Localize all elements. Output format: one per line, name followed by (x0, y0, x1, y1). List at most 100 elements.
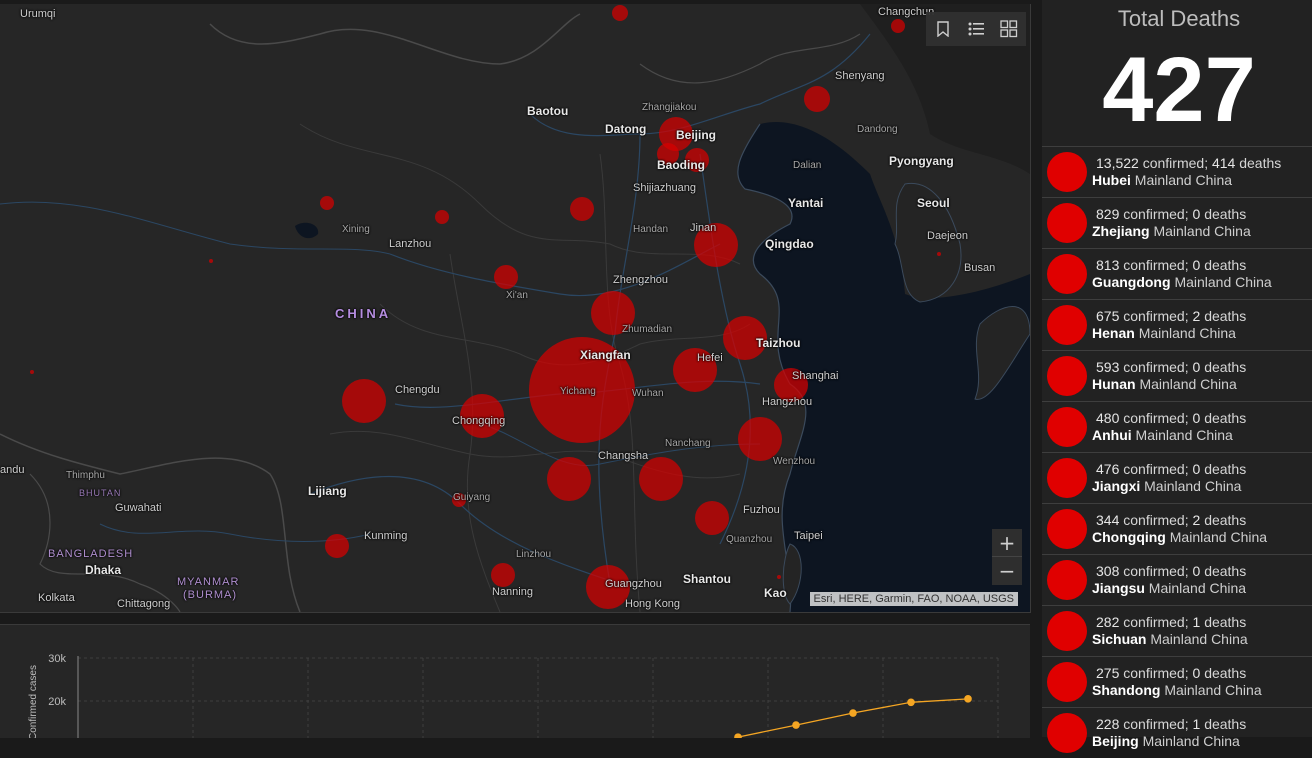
map-label: BANGLADESH (48, 548, 134, 560)
region-row-anhui[interactable]: 480 confirmed; 0 deaths Anhui Mainland Ch… (1042, 401, 1312, 452)
region-row-beijing[interactable]: 228 confirmed; 1 deaths Beijing Mainland … (1042, 707, 1312, 758)
region-dot-icon (1047, 305, 1087, 345)
region-row-sichuan[interactable]: 282 confirmed; 1 deaths Sichuan Mainland … (1042, 605, 1312, 656)
case-bubble[interactable] (325, 534, 349, 558)
map-view[interactable]: Urumqi Changchun Shenyang Baotou Zhangjiakou… (0, 4, 1031, 613)
basemap-gallery-icon[interactable] (998, 18, 1020, 40)
map-attribution[interactable]: Esri, HERE, Garmin, FAO, NOAA, USGS (809, 592, 1018, 606)
region-row-shandong[interactable]: 275 confirmed; 0 deaths Shandong Mainland… (1042, 656, 1312, 707)
case-bubble[interactable] (491, 563, 515, 587)
region-name: Beijing (1092, 733, 1139, 749)
region-stats: 593 confirmed; 0 deaths (1096, 359, 1247, 375)
chart-data-point (849, 709, 857, 717)
case-bubble[interactable] (209, 259, 213, 263)
deaths-label: deaths (1204, 665, 1247, 681)
case-bubble[interactable] (320, 196, 334, 210)
confirmed-count: 228 (1096, 716, 1120, 732)
confirmed-label: confirmed (1123, 410, 1185, 426)
confirmed-count: 813 (1096, 257, 1120, 273)
case-bubble[interactable] (494, 265, 518, 289)
map-label: Quanzhou (726, 534, 773, 545)
region-stats: 675 confirmed; 2 deaths (1096, 308, 1247, 324)
deaths-label: deaths (1239, 155, 1282, 171)
map-label: Dhaka (85, 563, 122, 577)
map-label: Seoul (917, 196, 950, 210)
deaths-count: 1 (1192, 716, 1201, 732)
region-stats: 476 confirmed; 0 deaths (1096, 461, 1247, 477)
basemap (0, 4, 1030, 612)
map-label: Fuzhou (743, 504, 780, 516)
legend-list-icon[interactable] (965, 18, 987, 40)
deaths-label: deaths (1204, 206, 1247, 222)
deaths-count: 1 (1192, 614, 1201, 630)
case-bubble[interactable] (777, 575, 781, 579)
confirmed-count: 344 (1096, 512, 1120, 528)
region-row-hunan[interactable]: 593 confirmed; 0 deaths Hunan Mainland Ch… (1042, 350, 1312, 401)
map-label: Chittagong (117, 598, 171, 610)
case-bubble[interactable] (435, 210, 449, 224)
map-toolbar (926, 12, 1026, 46)
stats-panel: Total Deaths 427 13,522 confirmed; 414 d… (1042, 0, 1312, 753)
confirmed-count: 829 (1096, 206, 1120, 222)
case-bubble[interactable] (738, 417, 782, 461)
case-bubble[interactable] (612, 5, 628, 21)
region-country: Mainland China (1169, 529, 1268, 545)
region-country: Mainland China (1135, 427, 1233, 443)
case-bubble[interactable] (342, 379, 386, 423)
zoom-in-button[interactable]: + (992, 529, 1022, 557)
case-bubble[interactable] (30, 370, 34, 374)
map-label: Wenzhou (773, 456, 816, 467)
confirmed-count: 13,522 (1096, 155, 1139, 171)
region-row-henan[interactable]: 675 confirmed; 2 deaths Henan Mainland Ch… (1042, 299, 1312, 350)
region-row-hubei[interactable]: 13,522 confirmed; 414 deaths Hubei Mainla… (1042, 146, 1312, 197)
map-label: Shijiazhuang (633, 182, 696, 194)
deaths-label: deaths (1204, 308, 1247, 324)
map-label: Kao (764, 586, 787, 600)
confirmed-label: confirmed (1123, 563, 1185, 579)
region-stats: 282 confirmed; 1 deaths (1096, 614, 1247, 630)
map-label: Chengdu (395, 384, 440, 396)
region-name: Shandong (1092, 682, 1161, 698)
deaths-count: 0 (1192, 563, 1201, 579)
case-bubble[interactable] (695, 501, 729, 535)
confirmed-count: 675 (1096, 308, 1120, 324)
region-row-guangdong[interactable]: 813 confirmed; 0 deaths Guangdong Mainlan… (1042, 248, 1312, 299)
region-row-jiangsu[interactable]: 308 confirmed; 0 deaths Jiangsu Mainland … (1042, 554, 1312, 605)
map-label: Dalian (793, 160, 822, 171)
map-label: Xining (342, 224, 370, 235)
map-label: Thimphu (66, 470, 105, 481)
region-country: Mainland China (1138, 325, 1236, 341)
region-location: Chongqing Mainland China (1092, 529, 1267, 545)
case-bubble[interactable] (804, 86, 830, 112)
chart-y-tick-label: 30k (48, 653, 66, 665)
region-row-chongqing[interactable]: 344 confirmed; 2 deaths Chongqing Mainlan… (1042, 503, 1312, 554)
chart-y-axis-label: Confirmed cases (28, 665, 39, 738)
map-label: Daejeon (927, 230, 968, 242)
zoom-out-button[interactable]: − (992, 557, 1022, 585)
map-label: Nanning (492, 586, 533, 598)
region-country: Mainland China (1144, 478, 1242, 494)
region-row-jiangxi[interactable]: 476 confirmed; 0 deaths Jiangxi Mainland … (1042, 452, 1312, 503)
case-bubble[interactable] (570, 197, 594, 221)
region-row-zhejiang[interactable]: 829 confirmed; 0 deaths Zhejiang Mainland… (1042, 197, 1312, 248)
confirmed-label: confirmed (1123, 461, 1185, 477)
map-label: Baoding (657, 158, 705, 172)
region-country: Mainland China (1148, 580, 1247, 596)
region-country: Mainland China (1150, 631, 1248, 647)
bookmark-icon[interactable] (932, 18, 954, 40)
case-bubble[interactable] (639, 457, 683, 501)
case-bubble[interactable] (891, 19, 905, 33)
confirmed-count: 308 (1096, 563, 1120, 579)
case-bubble[interactable] (547, 457, 591, 501)
map-label: (BURMA) (183, 589, 238, 601)
total-deaths-value: 427 (1102, 39, 1256, 141)
map-label: Dandong (857, 124, 898, 135)
deaths-count: 0 (1192, 665, 1201, 681)
region-stats: 829 confirmed; 0 deaths (1096, 206, 1247, 222)
map-label: Hangzhou (762, 396, 813, 408)
map-label: Busan (964, 262, 996, 274)
map-label: Hefei (697, 352, 723, 364)
region-name: Guangdong (1092, 274, 1171, 290)
confirmed-label: confirmed (1142, 155, 1205, 171)
case-bubble[interactable] (937, 252, 941, 256)
